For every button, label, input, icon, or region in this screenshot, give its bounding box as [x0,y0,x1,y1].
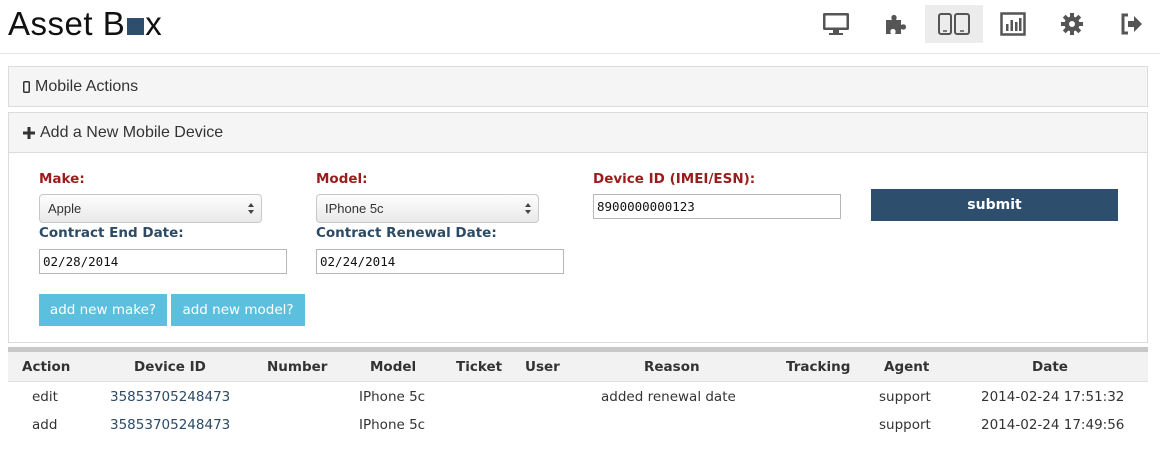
cell-model: IPhone 5c [359,389,426,405]
cell-agent: support [879,417,931,433]
column-header-action: Action [22,359,71,375]
device-id-link[interactable]: 35853705248473 [110,383,230,411]
submit-button[interactable]: submit [871,189,1118,221]
column-header-user: User [525,359,560,375]
desktop-icon [822,12,850,36]
cell-agent: support [879,389,931,405]
plus-icon [23,126,35,139]
history-table: Action Device ID Number Model Ticket Use… [8,347,1148,433]
main-nav [806,5,1160,43]
logo-box-mark [127,18,145,35]
model-select[interactable]: IPhone 5c [316,194,539,223]
table-row: add 35853705248473 IPhone 5c support 201… [8,411,1148,439]
device-id-link[interactable]: 35853705248473 [110,411,230,439]
column-header-ticket: Ticket [456,359,503,375]
table-header-row: Action Device ID Number Model Ticket Use… [8,352,1148,382]
puzzle-icon [883,12,907,36]
nav-settings-button[interactable] [1043,5,1101,43]
cell-reason: added renewal date [601,389,736,405]
sign-out-icon [1119,12,1143,36]
logo-text-end: x [145,5,163,42]
mobile-actions-header[interactable]: Mobile Actions [9,67,1147,106]
make-select[interactable]: Apple [39,194,262,223]
mobile-devices-icon [937,12,971,36]
select-arrows-icon [525,203,531,214]
column-header-tracking: Tracking [786,359,851,375]
app-logo[interactable]: Asset B x [8,4,162,44]
column-header-model: Model [370,359,417,375]
device-id-label: Device ID (IMEI/ESN): [593,171,756,187]
mobile-actions-title: Mobile Actions [35,77,139,95]
contract-end-label: Contract End Date: [39,225,184,241]
add-new-model-button[interactable]: add new model? [171,294,305,326]
bar-chart-icon [1000,12,1026,36]
mobile-actions-panel: Mobile Actions [8,66,1148,107]
contract-end-input[interactable] [39,249,287,274]
add-new-make-button[interactable]: add new make? [39,294,167,326]
nav-mobile-button[interactable] [925,5,983,43]
logo-text-start: Asset B [8,5,126,42]
add-device-panel: Add a New Mobile Device Make: Apple Mode… [8,112,1148,343]
cell-date: 2014-02-24 17:51:32 [981,389,1125,405]
top-bar: Asset B x [0,0,1160,54]
device-id-input[interactable] [593,194,841,219]
mobile-icon [23,80,30,93]
column-header-device-id: Device ID [134,359,206,375]
add-device-title: Add a New Mobile Device [40,123,224,141]
column-header-agent: Agent [884,359,930,375]
model-select-value: IPhone 5c [325,201,384,216]
cell-action: edit [32,389,58,405]
cell-date: 2014-02-24 17:49:56 [981,417,1125,433]
make-label: Make: [39,171,85,187]
contract-renewal-label: Contract Renewal Date: [316,225,497,241]
gear-icon [1060,12,1084,36]
nav-plugins-button[interactable] [866,5,924,43]
cell-model: IPhone 5c [359,417,426,433]
nav-logout-button[interactable] [1102,5,1160,43]
column-header-date: Date [1032,359,1068,375]
contract-renewal-input[interactable] [316,249,564,274]
column-header-number: Number [267,359,328,375]
make-select-value: Apple [48,201,82,216]
table-row: edit 35853705248473 IPhone 5c added rene… [8,383,1148,411]
select-arrows-icon [248,203,254,214]
nav-reports-button[interactable] [984,5,1042,43]
column-header-reason: Reason [644,359,700,375]
model-label: Model: [316,171,368,187]
add-device-header[interactable]: Add a New Mobile Device [9,113,1147,153]
cell-action: add [32,417,58,433]
nav-desktop-button[interactable] [807,5,865,43]
